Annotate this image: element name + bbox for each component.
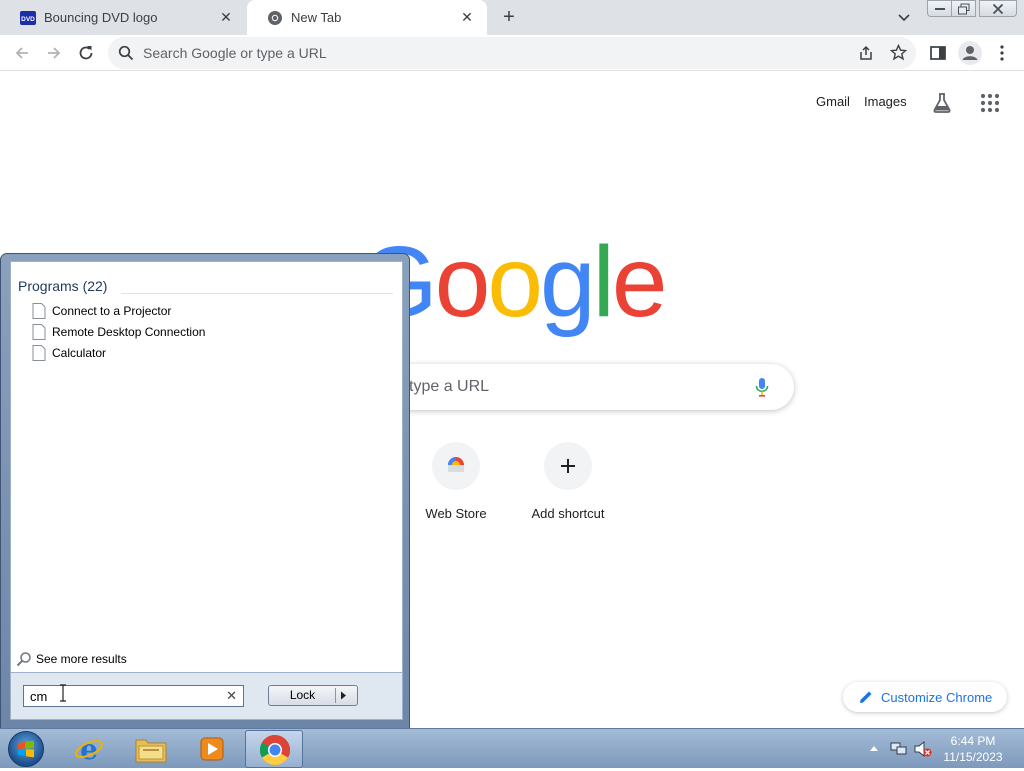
show-hidden-icons-icon[interactable] [870, 745, 878, 751]
program-label: Connect to a Projector [52, 304, 172, 318]
programs-heading[interactable]: Programs (22) [18, 278, 107, 294]
taskbar-chrome[interactable] [245, 730, 303, 768]
clear-search-icon[interactable]: ✕ [226, 689, 237, 703]
tab-bouncing-dvd-logo[interactable]: DVD Bouncing DVD logo ✕ [0, 0, 246, 35]
restore-button[interactable] [951, 0, 976, 17]
svg-text:e: e [80, 734, 98, 764]
apps-grid-icon[interactable] [978, 91, 1002, 115]
clock-date: 11/15/2023 [943, 750, 1003, 764]
profile-avatar[interactable] [958, 41, 982, 65]
ntp-search-input[interactable] [407, 364, 747, 410]
shortcut-web-store[interactable]: Web Store [400, 442, 512, 521]
shortcut-label: Web Store [425, 506, 487, 521]
volume-muted-icon[interactable] [914, 740, 932, 758]
media-player-icon [200, 737, 224, 761]
magnifier-icon [16, 652, 31, 667]
gmail-link[interactable]: Gmail [816, 94, 850, 109]
start-menu-footer: ✕ Lock [10, 673, 403, 720]
start-search-box[interactable]: ✕ [23, 685, 244, 707]
customize-chrome-button[interactable]: Customize Chrome [843, 682, 1007, 712]
clock-time: 6:44 PM [950, 734, 996, 748]
dvd-icon: DVD [20, 10, 36, 25]
program-item[interactable]: Calculator [32, 343, 106, 363]
start-search-input[interactable] [28, 686, 218, 706]
taskbar-internet-explorer[interactable]: e [60, 730, 118, 768]
shortcut-label: Add shortcut [531, 506, 605, 521]
new-tab-button[interactable]: + [498, 6, 520, 28]
see-more-label: See more results [36, 652, 127, 666]
person-icon [962, 46, 978, 60]
windows-logo-icon [18, 740, 34, 758]
browser-toolbar [0, 35, 1024, 71]
search-results-pane: Programs (22) Connect to a Projector Rem… [10, 261, 403, 673]
pencil-icon [860, 691, 872, 703]
customize-label: Customize Chrome [881, 689, 993, 705]
taskbar: e 6:44 PM 11/15/2023 [0, 728, 1024, 768]
search-icon [118, 45, 134, 61]
chrome-icon [259, 735, 291, 766]
back-icon[interactable] [12, 43, 32, 63]
address-bar[interactable] [108, 37, 916, 69]
images-link[interactable]: Images [864, 94, 907, 109]
divider [335, 688, 336, 703]
lock-button[interactable]: Lock [268, 685, 358, 706]
close-window-button[interactable] [979, 0, 1017, 17]
plus-icon [561, 459, 575, 473]
shutdown-options-arrow-icon[interactable] [340, 691, 347, 700]
lock-label: Lock [289, 688, 316, 702]
internet-explorer-icon: e [75, 734, 103, 764]
restore-icon [957, 3, 969, 14]
program-item[interactable]: Connect to a Projector [32, 301, 171, 321]
labs-flask-icon[interactable] [930, 91, 954, 115]
document-icon [32, 303, 46, 319]
svg-text:DVD: DVD [21, 16, 35, 23]
start-menu: Programs (22) Connect to a Projector Rem… [0, 253, 410, 729]
clock[interactable]: 6:44 PM 11/15/2023 [934, 733, 1012, 765]
tab-strip: DVD Bouncing DVD logo ✕ New Tab ✕ + [0, 0, 1024, 35]
shortcut-tile [544, 442, 592, 490]
close-tab-icon[interactable]: ✕ [218, 9, 234, 25]
start-button[interactable] [8, 731, 44, 767]
minimize-button[interactable] [927, 0, 952, 17]
reload-icon[interactable] [76, 43, 96, 63]
kebab-menu-icon[interactable] [992, 43, 1012, 63]
text-cursor-icon [60, 684, 66, 702]
bookmark-star-icon[interactable] [890, 44, 907, 61]
tab-label: New Tab [291, 10, 342, 25]
microphone-icon[interactable] [755, 377, 769, 397]
taskbar-windows-explorer[interactable] [121, 730, 179, 768]
document-icon [32, 324, 46, 340]
minimize-icon [934, 7, 945, 10]
windows-explorer-icon [135, 739, 167, 763]
shortcut-tile [432, 442, 480, 490]
address-input[interactable] [141, 37, 831, 69]
program-label: Calculator [52, 346, 107, 360]
program-label: Remote Desktop Connection [52, 325, 206, 339]
web-store-icon [448, 457, 464, 472]
close-icon [992, 3, 1004, 14]
see-more-results-link[interactable]: See more results [16, 651, 127, 667]
program-item[interactable]: Remote Desktop Connection [32, 322, 205, 342]
chrome-icon [268, 10, 282, 25]
taskbar-media-player[interactable] [182, 730, 240, 768]
chevron-down-icon[interactable] [896, 9, 912, 25]
tab-new-tab[interactable]: New Tab ✕ [247, 0, 487, 35]
forward-icon[interactable] [44, 43, 64, 63]
side-panel-icon[interactable] [928, 43, 948, 63]
divider [121, 293, 393, 294]
document-icon [32, 345, 46, 361]
network-icon[interactable] [890, 741, 908, 757]
shortcut-add[interactable]: Add shortcut [512, 442, 624, 521]
tab-label: Bouncing DVD logo [44, 10, 158, 25]
share-icon[interactable] [858, 45, 874, 61]
close-tab-icon[interactable]: ✕ [459, 9, 475, 25]
